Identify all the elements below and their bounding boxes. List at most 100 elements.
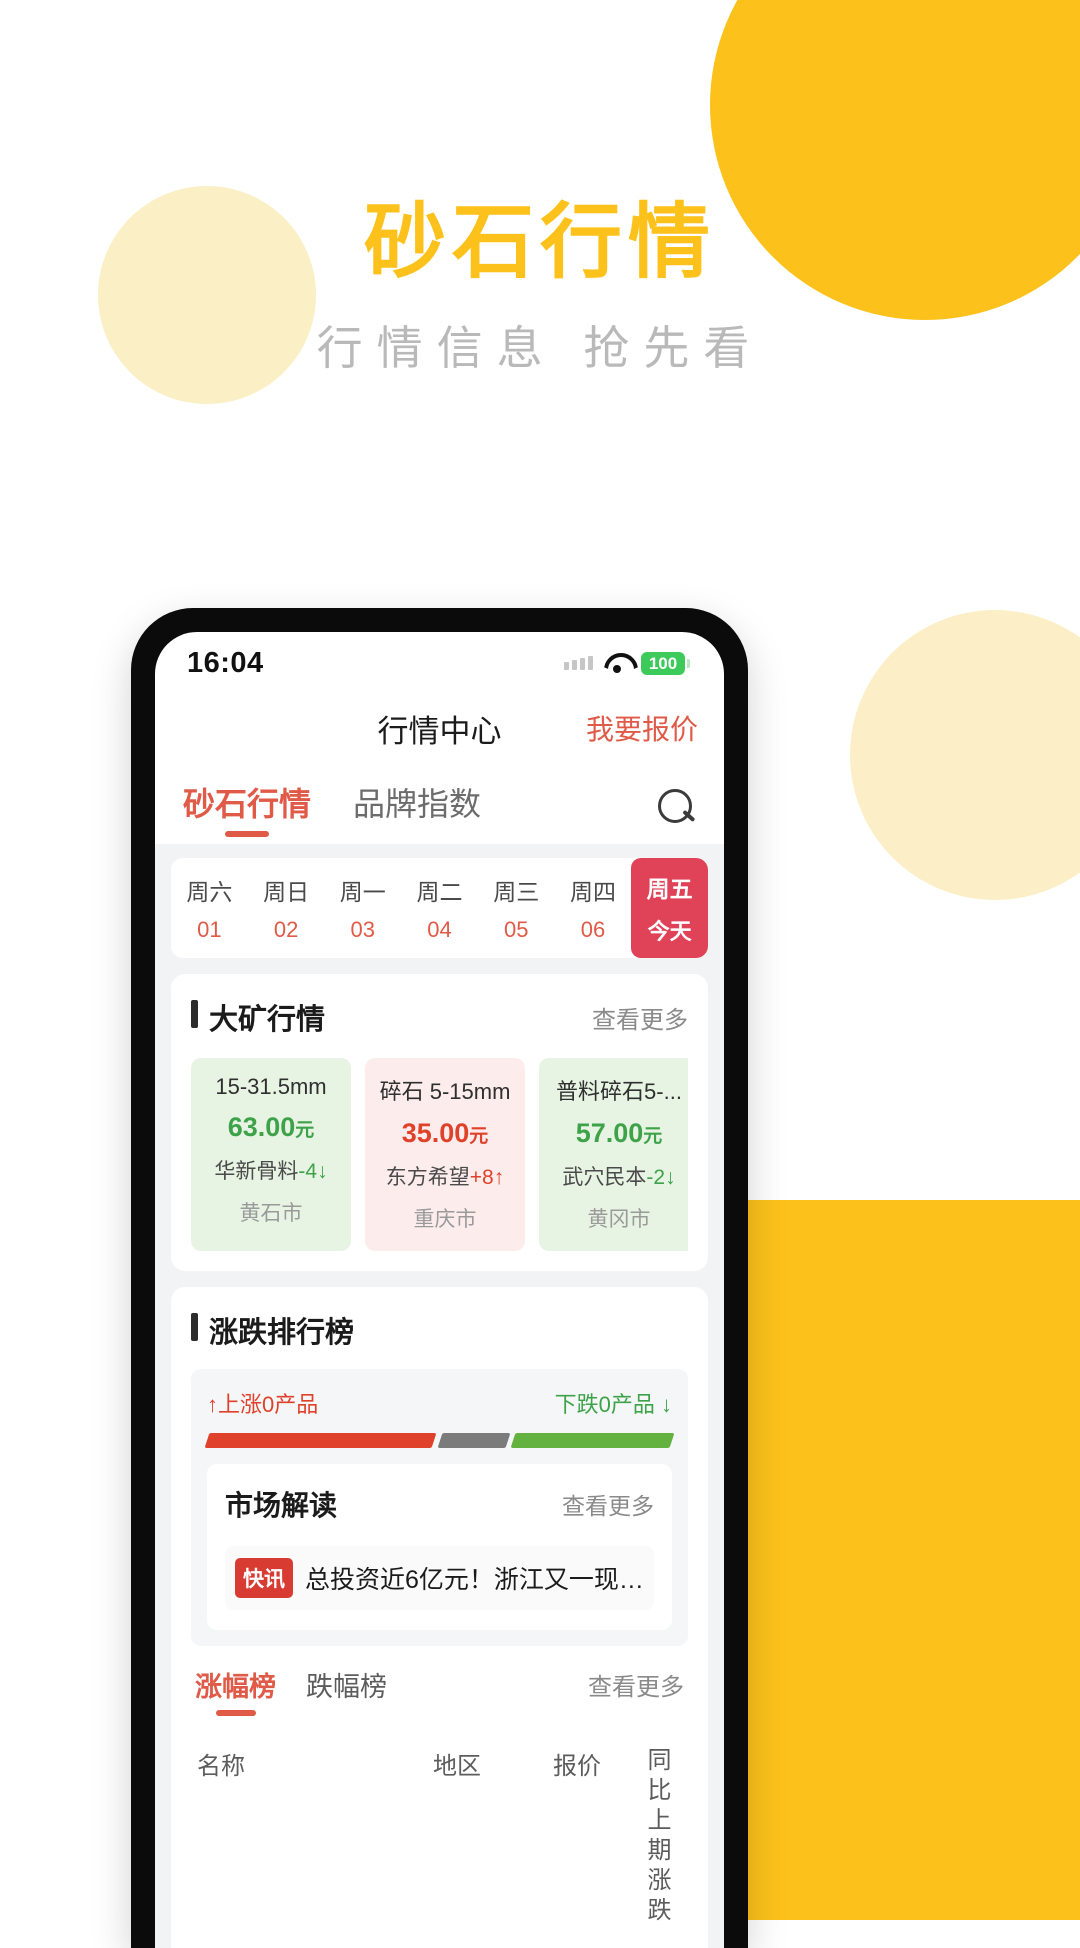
mine-item-name: 15-31.5mm [215,1074,327,1099]
page-title: 砂石行情 [363,197,716,288]
rank-table-header: 名称 地区 报价 同比上期涨跌 [191,1728,688,1938]
week-day-num: 05 [503,917,529,942]
promo-header: 砂石行情 行情信息 抢先看 [0,197,1080,378]
mine-card-header: 大矿行情 查看更多 [191,996,688,1038]
nav-bar: 行情中心 我要报价 [155,694,724,762]
week-day-name: 周五 [646,876,693,902]
week-day-num: 02 [273,917,299,942]
mine-item-company-name: 华新骨料 [214,1160,299,1183]
mine-item-price: 63.00元 [203,1112,339,1143]
column-header-area: 地区 [433,1753,481,1780]
week-day-3[interactable]: 周二 04 [401,858,478,958]
mine-item-price: 35.00元 [377,1118,513,1149]
mine-item-price-value: 63.00 [227,1112,296,1142]
rank-bar-down-segment [511,1433,675,1448]
mine-item-name: 碎石 5-15mm [379,1079,511,1104]
mine-item-company: 武穴民本-2↓ [551,1161,687,1191]
rank-card-header: 涨跌排行榜 [191,1309,688,1351]
tab-sand-market[interactable]: 砂石行情 [183,779,311,837]
phone-mockup: 16:04 100 行情中心 我要报价 砂石行情 品牌指数 周六 01 周日 0… [131,608,748,1948]
news-item[interactable]: 快讯 总投资近6亿元！浙江又一现代化码头… [225,1546,654,1610]
battery-tip [687,658,690,668]
week-day-name: 周六 [186,879,233,905]
signal-icon [564,656,593,670]
rank-legend-down: 下跌0产品 ↓ [554,1392,672,1417]
mine-item-price-unit: 元 [643,1126,663,1147]
mine-item[interactable]: 普料碎石5-... 57.00元 武穴民本-2↓ 黄冈市 [539,1058,688,1251]
week-day-num: 01 [197,917,222,942]
rank-bar-up-segment [204,1433,436,1448]
week-day-name: 周一 [339,879,386,905]
status-bar: 16:04 100 [155,632,724,694]
battery-level: 100 [641,651,685,675]
rank-bar [204,1433,675,1448]
rank-bar-flat-segment [437,1433,510,1448]
mine-item[interactable]: 碎石 5-15mm 35.00元 东方希望+8↑ 重庆市 [365,1058,525,1251]
column-header-name: 名称 [197,1753,245,1780]
rank-tab-bar: 涨幅榜 跌幅榜 查看更多 [191,1652,688,1728]
week-day-1[interactable]: 周日 02 [247,858,325,958]
mine-item-company-name: 东方希望 [385,1166,470,1189]
week-day-today[interactable]: 周五 今天 [631,858,708,958]
market-title: 市场解读 [225,1490,338,1521]
rank-card-title: 涨跌排行榜 [191,1309,354,1351]
mine-item-city: 黄冈市 [587,1208,651,1231]
week-day-name: 周日 [263,879,310,905]
rank-summary: ↑上涨0产品 下跌0产品 ↓ 市场解读 查看更多 快讯 总投资近6亿元！浙江又一… [191,1369,688,1646]
mine-item-company-name: 武穴民本 [562,1166,647,1189]
week-day-num: 今天 [647,919,692,944]
status-badge: 快讯 [235,1558,293,1598]
week-day-name: 周二 [416,879,463,905]
phone-screen: 16:04 100 行情中心 我要报价 砂石行情 品牌指数 周六 01 周日 0… [155,632,724,1948]
search-icon[interactable] [658,789,696,827]
quote-button[interactable]: 我要报价 [586,708,698,748]
rank-legend: ↑上涨0产品 下跌0产品 ↓ [207,1387,672,1419]
week-day-num: 03 [350,917,376,942]
market-header: 市场解读 查看更多 [225,1484,654,1524]
mine-item-price-unit: 元 [295,1120,315,1141]
rank-more-link[interactable]: 查看更多 [588,1667,684,1714]
mine-item-change: +8↑ [469,1166,505,1189]
mine-item-change: -2↓ [646,1166,676,1189]
status-indicators: 100 [564,651,690,675]
mine-item-list[interactable]: 15-31.5mm 63.00元 华新骨料-4↓ 黄石市 碎石 5-15mm 3… [191,1058,688,1251]
week-strip: 周六 01 周日 02 周一 03 周二 04 周三 05 周四 06 周五 今… [171,858,708,958]
rank-card: 涨跌排行榜 ↑上涨0产品 下跌0产品 ↓ 市场解读 查看更多 快讯 总投资近6亿… [171,1287,708,1948]
tab-gainers[interactable]: 涨幅榜 [195,1665,276,1716]
decor-circle-pale-right [850,610,1080,900]
mine-item-city: 黄石市 [239,1202,303,1225]
column-header-price: 报价 [553,1753,601,1780]
mine-item-company: 华新骨料-4↓ [203,1155,339,1185]
mine-item-city: 重庆市 [413,1208,477,1231]
mine-item-price: 57.00元 [551,1118,687,1149]
mine-item-change: -4↓ [298,1160,328,1183]
mine-item-price-unit: 元 [469,1126,489,1147]
mine-item-company: 东方希望+8↑ [377,1161,513,1191]
mine-card-more-link[interactable]: 查看更多 [592,1000,688,1035]
tab-brand-index[interactable]: 品牌指数 [353,779,481,837]
tab-losers[interactable]: 跌幅榜 [306,1665,387,1716]
market-interpretation-box: 市场解读 查看更多 快讯 总投资近6亿元！浙江又一现代化码头… [207,1464,672,1630]
status-time: 16:04 [187,646,264,679]
week-day-4[interactable]: 周三 05 [477,858,555,958]
week-day-5[interactable]: 周四 06 [554,858,632,958]
mine-market-card: 大矿行情 查看更多 15-31.5mm 63.00元 华新骨料-4↓ 黄石市 碎… [171,974,708,1271]
page-content: 周六 01 周日 02 周一 03 周二 04 周三 05 周四 06 周五 今… [155,844,724,1948]
battery-icon: 100 [641,651,690,675]
mine-item-price-value: 57.00 [575,1118,644,1148]
mine-item-price-value: 35.00 [401,1118,470,1148]
week-day-name: 周三 [493,879,540,905]
table-row[interactable]: 碎石0-10mm 达州海螺有限责任 达州市 36.00元 +9↑ [191,1938,688,1948]
mine-item-name: 普料碎石5-... [556,1079,682,1104]
market-more-link[interactable]: 查看更多 [562,1487,654,1521]
news-headline: 总投资近6亿元！浙江又一现代化码头… [305,1566,644,1594]
week-day-name: 周四 [569,879,616,905]
column-header-change: 同比上期涨跌 [647,1747,672,1924]
week-day-0[interactable]: 周六 01 [171,858,248,958]
week-day-2[interactable]: 周一 03 [324,858,402,958]
rank-legend-up: ↑上涨0产品 [207,1392,319,1417]
tab-bar: 砂石行情 品牌指数 [155,762,724,844]
week-day-num: 06 [580,917,606,942]
mine-item[interactable]: 15-31.5mm 63.00元 华新骨料-4↓ 黄石市 [191,1058,351,1251]
mine-card-title: 大矿行情 [191,996,325,1038]
